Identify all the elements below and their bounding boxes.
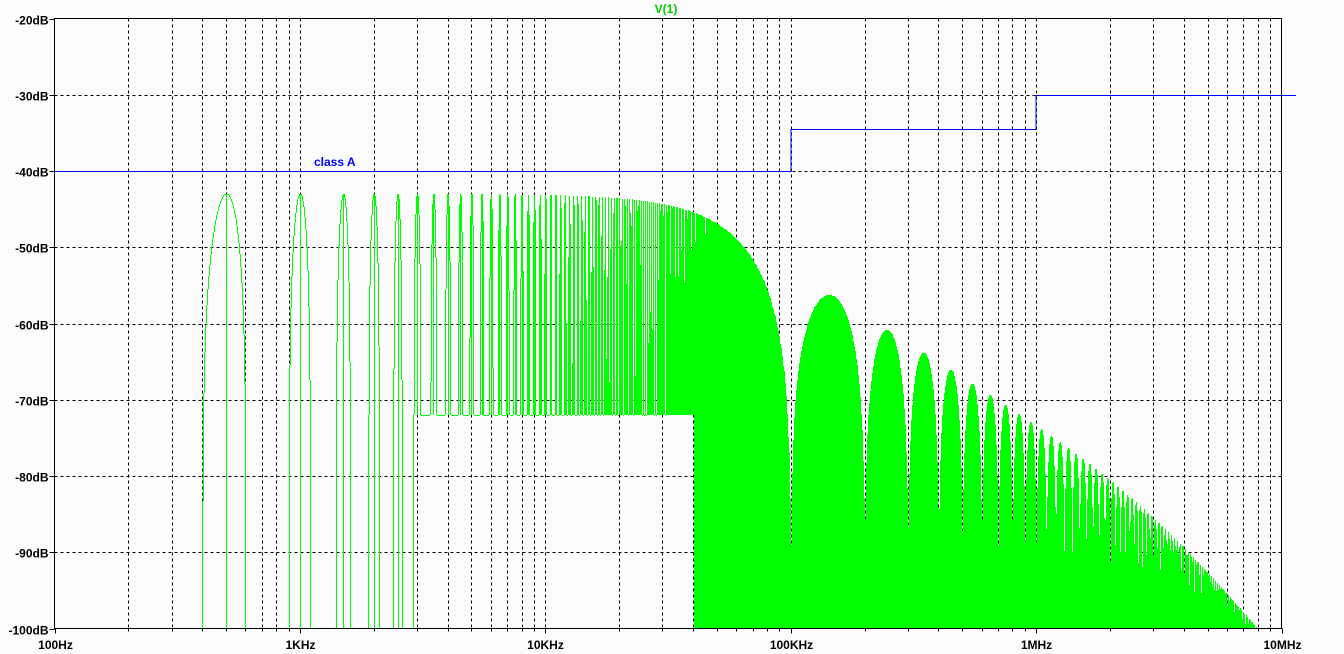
x-tick-label: 1KHz: [285, 638, 315, 652]
series-v1-trace: [202, 194, 1257, 629]
y-tick-label: -70dB: [15, 395, 49, 409]
y-tick-label: -90dB: [15, 547, 49, 561]
series-class-a-limit-line: [55, 94, 1296, 173]
spectrum-chart: -20dB -30dB -40dB -50dB -60dB -70dB -80dB -90dB…: [8, 2, 1302, 652]
class-a-label: class A: [314, 155, 356, 169]
y-tick-label: -60dB: [15, 319, 49, 333]
x-tick-label: 10MHz: [1263, 638, 1301, 652]
x-tick-label: 10KHz: [527, 638, 564, 652]
x-tick-label: 100Hz: [38, 638, 73, 652]
y-tick-label: -80dB: [15, 471, 49, 485]
x-axis: 100Hz 1KHz 10KHz 100KHz 1MHz 10MHz: [38, 628, 1302, 652]
chart-title: V(1): [655, 2, 678, 16]
y-tick-label: -30dB: [15, 90, 49, 104]
x-tick-label: 100KHz: [770, 638, 813, 652]
x-tick-label: 1MHz: [1021, 638, 1052, 652]
y-tick-label: -20dB: [15, 14, 49, 28]
y-tick-label: -40dB: [15, 166, 49, 180]
y-axis: -20dB -30dB -40dB -50dB -60dB -70dB -80dB -90dB…: [8, 14, 55, 638]
y-tick-label: -50dB: [15, 242, 49, 256]
y-tick-label: -100dB: [8, 624, 48, 638]
